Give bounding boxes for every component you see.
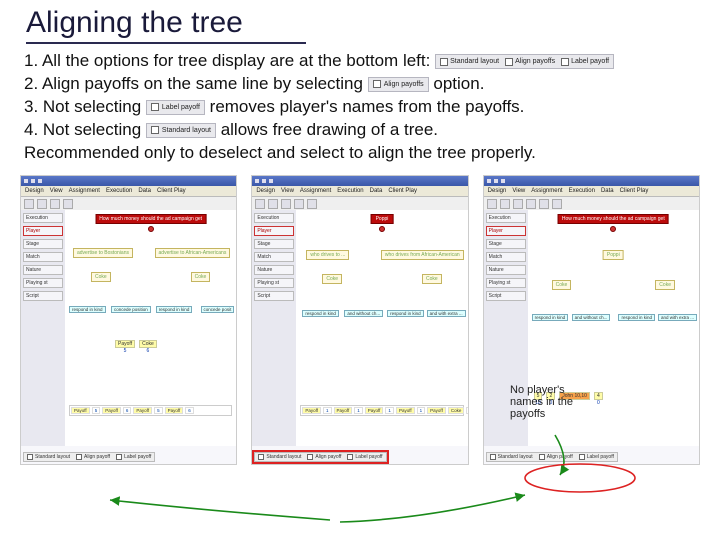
panel-1-titlebar: [21, 176, 236, 186]
line-4b: allows free drawing of a tree.: [221, 120, 438, 139]
panel-1-options: Standard layout Align payoff Label payof…: [23, 452, 155, 462]
align-payoffs-chip: Align payoffs: [368, 77, 429, 92]
callout-no-names: No player's names in the payoffs: [510, 384, 600, 420]
panel-1: DesignViewAssignment ExecutionDataClient…: [20, 175, 237, 465]
panel-2-options: Standard layout Align payoff Label payof…: [254, 452, 386, 462]
line-3a: 3. Not selecting: [24, 97, 146, 116]
panel-1-menu: DesignViewAssignment ExecutionDataClient…: [21, 186, 236, 197]
panel-3: DesignViewAssignment ExecutionDataClient…: [483, 175, 700, 465]
line-4a: 4. Not selecting: [24, 120, 146, 139]
instruction-block: 1. All the options for tree display are …: [18, 50, 702, 165]
root-label: How much money should the ad campaign ge…: [95, 214, 206, 224]
panel-3-options: Standard layout Align payoff Label payof…: [486, 452, 618, 462]
options-group-chip: Standard layout Align payoffs Label payo…: [435, 54, 614, 69]
line-1: 1. All the options for tree display are …: [24, 51, 430, 70]
line-3b: removes player's names from the payoffs.: [210, 97, 525, 116]
page-title: Aligning the tree: [26, 6, 306, 44]
line-2a: 2. Align payoffs on the same line by sel…: [24, 74, 368, 93]
panel-2: DesignViewAssignment ExecutionDataClient…: [251, 175, 468, 465]
screenshot-panels: DesignViewAssignment ExecutionDataClient…: [18, 175, 702, 465]
panel-1-sidebar: Execution Player Stage Match Nature Play…: [21, 210, 65, 446]
recommendation: Recommended only to deselect and select …: [24, 142, 702, 165]
standard-layout-chip: Standard layout: [146, 123, 216, 138]
line-2b: option.: [433, 74, 484, 93]
label-payoff-chip: Label payoff: [146, 100, 205, 115]
panel-1-canvas: How much money should the ad campaign ge…: [65, 210, 236, 446]
